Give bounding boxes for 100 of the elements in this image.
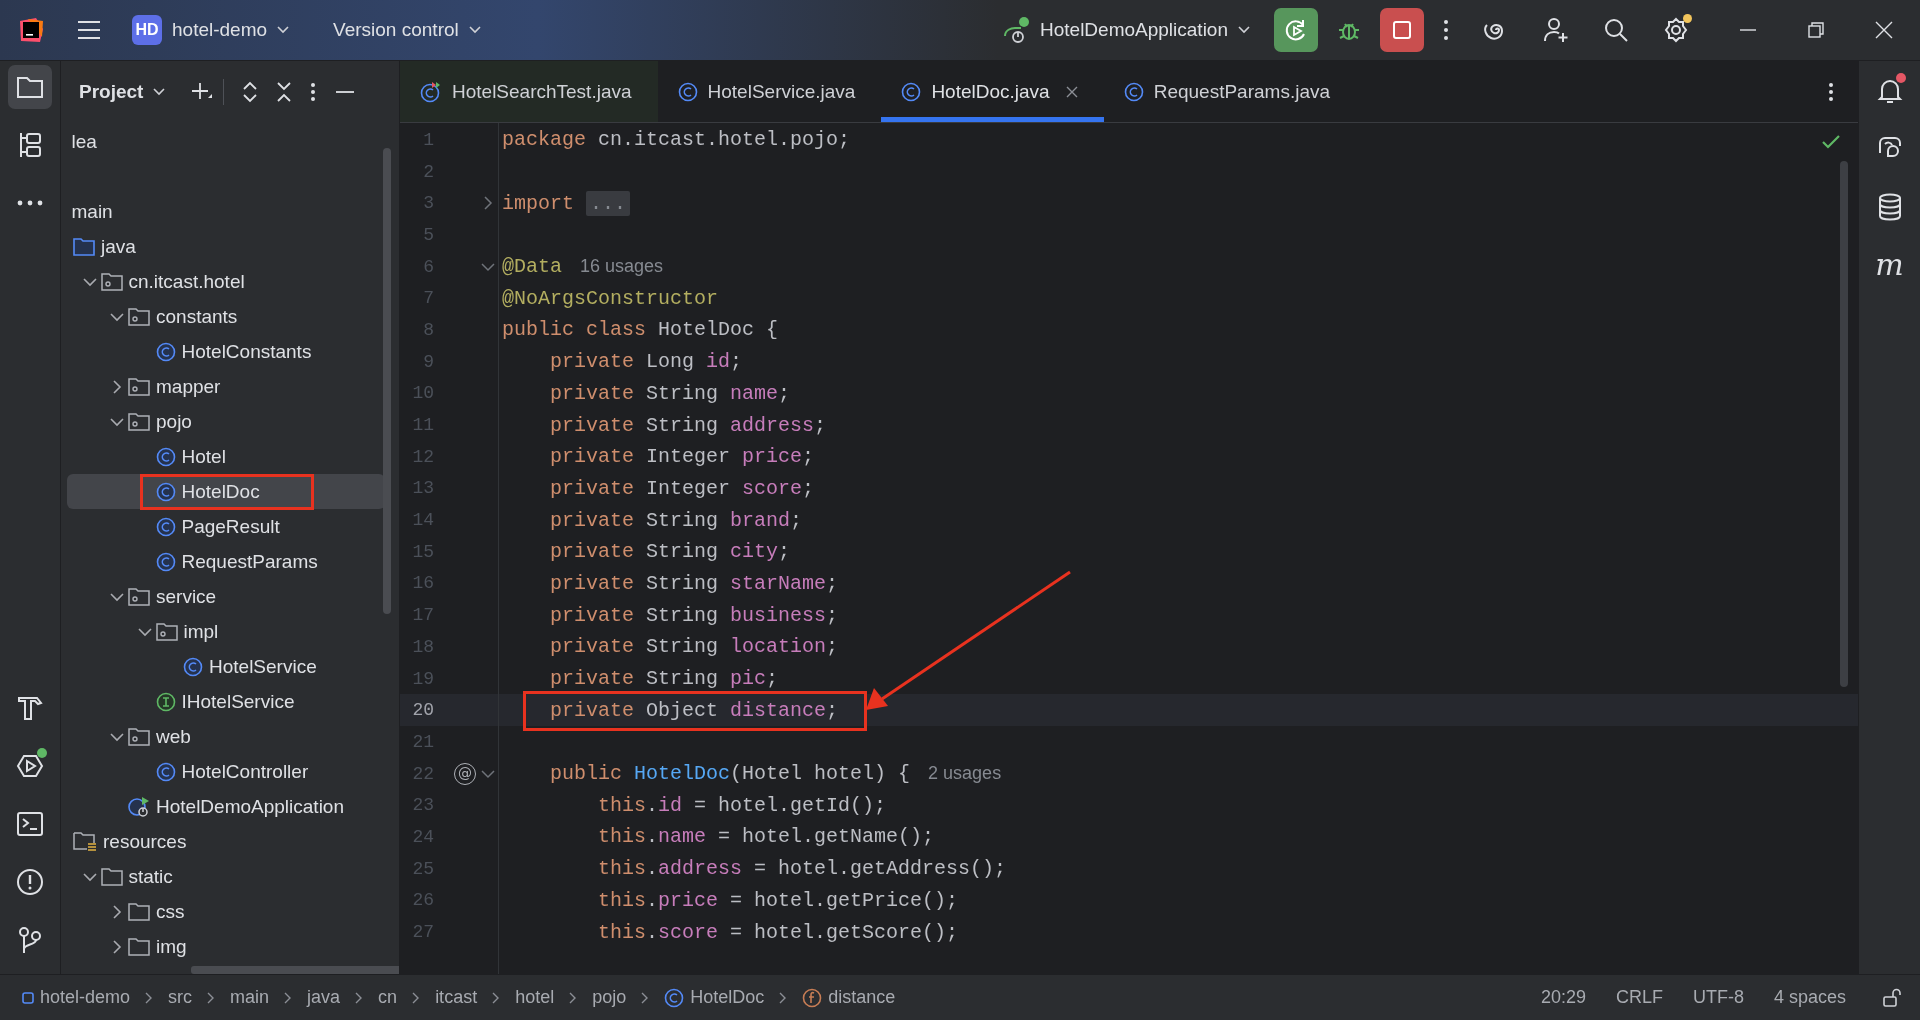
tree-item[interactable]: service: [67, 579, 385, 614]
package-icon: [128, 727, 150, 746]
status-item[interactable]: UTF-8: [1692, 987, 1744, 1008]
chevron-down-icon[interactable]: [82, 276, 97, 287]
status-item[interactable]: 4 spaces: [1773, 987, 1846, 1008]
class-icon: [155, 516, 176, 537]
project-tool-button[interactable]: [8, 65, 52, 109]
tree-item[interactable]: RequestParams: [67, 544, 385, 579]
tree-item[interactable]: impl: [67, 614, 385, 649]
run-class-icon: [128, 795, 150, 818]
more-icon[interactable]: [1442, 18, 1450, 42]
editor-tab[interactable]: HotelService.java: [657, 61, 882, 122]
chevron-right-icon: [779, 991, 788, 1004]
more-icon[interactable]: [1828, 80, 1834, 103]
unfold-icon[interactable]: [483, 196, 493, 211]
search-icon[interactable]: [1602, 16, 1630, 44]
code-line: import: [502, 191, 575, 215]
rerun-button[interactable]: [1274, 8, 1318, 52]
package-icon: [128, 307, 150, 326]
chevron-down-icon: [468, 26, 481, 34]
chevron-down-icon[interactable]: [110, 731, 124, 742]
breadcrumb[interactable]: distance: [828, 987, 896, 1008]
maven-tool-button[interactable]: m: [1867, 243, 1912, 287]
stop-button[interactable]: [1380, 8, 1424, 52]
tree-item[interactable]: resources: [67, 824, 385, 859]
scrollbar[interactable]: [383, 148, 391, 614]
tree-item[interactable]: constants: [67, 299, 385, 334]
chevron-down-icon[interactable]: [137, 626, 152, 637]
breadcrumb[interactable]: pojo: [592, 987, 627, 1008]
structure-icon: [17, 131, 43, 159]
resources-folder-icon: [73, 831, 97, 852]
menu-icon[interactable]: [76, 19, 102, 41]
code-line: private String address;: [550, 413, 827, 437]
tree-item[interactable]: mapper: [67, 369, 385, 404]
folder-icon: [100, 867, 123, 886]
tree-item[interactable]: HotelService: [67, 649, 385, 684]
tree-item[interactable]: HotelController: [67, 754, 385, 789]
usages-hint[interactable]: 2 usages: [928, 763, 1002, 785]
chevron-right-icon[interactable]: [112, 904, 122, 919]
scrollbar[interactable]: [191, 966, 399, 974]
chevron-down-icon[interactable]: [110, 311, 124, 322]
editor-tab[interactable]: HotelSearchTest.java: [400, 61, 658, 122]
chevron-down-icon[interactable]: [82, 871, 97, 882]
project-selector[interactable]: hotel-demo: [172, 19, 268, 41]
version-control-menu[interactable]: Version control: [333, 19, 459, 41]
tree-item[interactable]: lea: [67, 124, 385, 159]
breadcrumb[interactable]: cn: [378, 987, 398, 1008]
usages-hint[interactable]: 16 usages: [580, 256, 664, 278]
breadcrumb[interactable]: HotelDoc: [690, 987, 765, 1008]
breadcrumb[interactable]: src: [168, 987, 193, 1008]
chevron-right-icon: [641, 991, 650, 1004]
tree-item[interactable]: HotelDoc: [67, 474, 385, 509]
collapse-all-icon[interactable]: [276, 80, 293, 103]
breadcrumb[interactable]: java: [307, 987, 341, 1008]
chevron-right-icon: [355, 991, 364, 1004]
tree-item[interactable]: Hotel: [67, 439, 385, 474]
tree-item[interactable]: web: [67, 719, 385, 754]
expand-all-icon[interactable]: [242, 80, 259, 103]
tree-item[interactable]: css: [67, 894, 385, 929]
chevron-right-icon[interactable]: [112, 379, 122, 394]
chevron-down-icon: [153, 87, 166, 96]
class-icon: [155, 481, 176, 502]
chevron-right-icon: [207, 991, 216, 1004]
tree-item[interactable]: cn.itcast.hotel: [67, 264, 385, 299]
settings-icon[interactable]: [1662, 16, 1690, 44]
tree-item[interactable]: img: [67, 929, 385, 964]
add-user-icon[interactable]: [1542, 16, 1570, 44]
status-item[interactable]: 20:29: [1540, 987, 1586, 1008]
chevron-down-icon[interactable]: [110, 591, 124, 602]
chevron-down-icon[interactable]: [110, 416, 124, 427]
folder-icon: [16, 75, 44, 99]
tree-item[interactable]: PageResult: [67, 509, 385, 544]
lock-icon[interactable]: [1882, 987, 1902, 1008]
project-view-menu[interactable]: Project: [79, 80, 144, 103]
breadcrumb[interactable]: hotel-demo: [40, 987, 131, 1008]
status-item[interactable]: CRLF: [1615, 987, 1663, 1008]
tree-item[interactable]: HotelDemoApplication: [67, 789, 385, 824]
interface-icon: [155, 691, 176, 712]
editor-tab[interactable]: RequestParams.java: [1103, 61, 1357, 122]
chevron-right-icon[interactable]: [112, 939, 122, 954]
scrollbar[interactable]: [1840, 161, 1848, 687]
breadcrumb[interactable]: hotel: [515, 987, 555, 1008]
close-icon[interactable]: [1065, 85, 1078, 98]
fold-icon[interactable]: [481, 261, 495, 272]
field-icon: [802, 987, 823, 1008]
run-config-menu[interactable]: HotelDemoApplication: [1040, 19, 1228, 41]
tree-item[interactable]: java: [67, 229, 385, 264]
code-line: this.price = hotel.getPrice();: [598, 888, 959, 912]
tree-item[interactable]: static: [67, 859, 385, 894]
code-line: private String city;: [550, 540, 791, 564]
restore-icon[interactable]: [1806, 20, 1826, 40]
fold-icon[interactable]: [481, 768, 495, 779]
breadcrumb[interactable]: itcast: [435, 987, 478, 1008]
tree-item[interactable]: HotelConstants: [67, 334, 385, 369]
breadcrumb[interactable]: main: [230, 987, 270, 1008]
tree-item[interactable]: main: [67, 194, 385, 229]
more-icon[interactable]: [310, 80, 317, 103]
tree-item[interactable]: pojo: [67, 404, 385, 439]
tree-item[interactable]: IHotelService: [67, 684, 385, 719]
check-icon[interactable]: [1822, 135, 1840, 149]
